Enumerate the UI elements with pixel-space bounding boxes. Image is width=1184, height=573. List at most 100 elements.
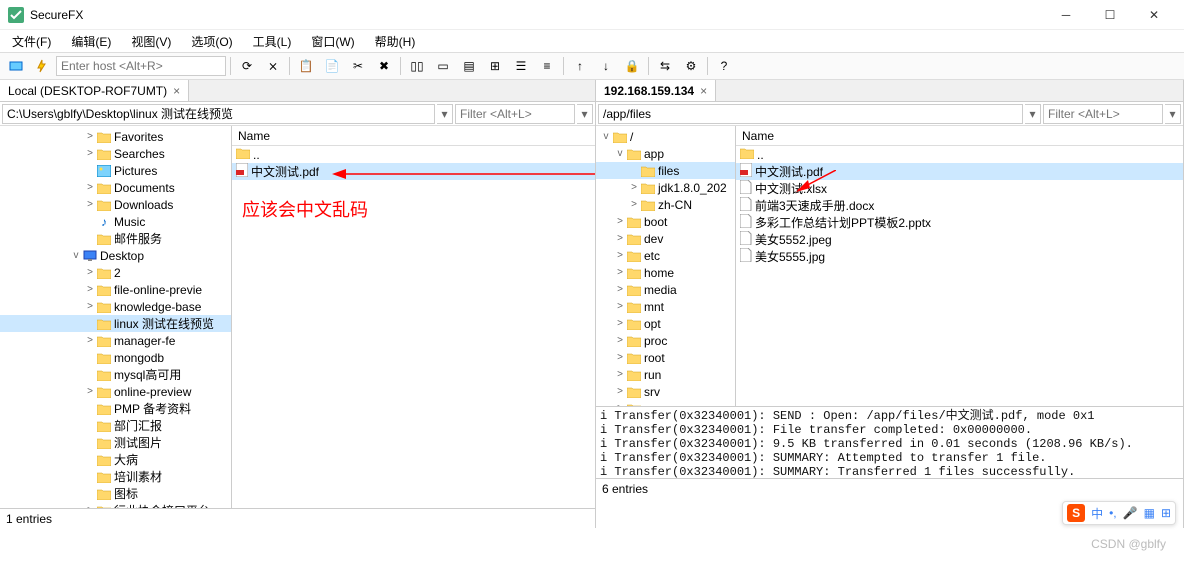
ime-s-icon[interactable]: S	[1067, 504, 1085, 522]
expand-icon[interactable]: >	[614, 284, 626, 295]
tree-node[interactable]: >zh-CN	[596, 196, 735, 213]
close-button[interactable]: ✕	[1132, 0, 1176, 30]
local-files[interactable]: .. 中文测试.pdf应该会中文乱码	[232, 146, 595, 508]
tree-node[interactable]: linux 测试在线预览	[0, 315, 231, 332]
tree-node[interactable]: >knowledge-base	[0, 298, 231, 315]
chevron-down-icon[interactable]: ▾	[1025, 104, 1041, 124]
transfer-log[interactable]: i Transfer(0x32340001): SEND : Open: /ap…	[596, 406, 1183, 478]
menu-file[interactable]: 文件(F)	[6, 31, 57, 52]
file-row[interactable]: 中文测试.pdf	[232, 163, 595, 180]
tree-node[interactable]: Pictures	[0, 162, 231, 179]
expand-icon[interactable]: >	[614, 318, 626, 329]
sync-icon[interactable]: ⇆	[653, 54, 677, 78]
expand-icon[interactable]: >	[614, 250, 626, 261]
remote-path-input[interactable]	[598, 104, 1023, 124]
remote-tab[interactable]: 192.168.159.134 ×	[596, 80, 716, 101]
layout3-icon[interactable]: ▤	[457, 54, 481, 78]
expand-icon[interactable]: >	[614, 352, 626, 363]
tree-node[interactable]: >jdk1.8.0_202	[596, 179, 735, 196]
tree-node[interactable]: 图标	[0, 485, 231, 502]
file-row[interactable]: 美女5555.jpg	[736, 248, 1183, 265]
minimize-button[interactable]: ─	[1044, 0, 1088, 30]
cut-icon[interactable]: ✂	[346, 54, 370, 78]
local-tab[interactable]: Local (DESKTOP-ROF7UMT) ×	[0, 80, 189, 101]
file-row[interactable]: 多彩工作总结计划PPT模板2.pptx	[736, 214, 1183, 231]
expand-icon[interactable]: v	[600, 131, 612, 142]
detailview-icon[interactable]: ≡	[535, 54, 559, 78]
reconnect-icon[interactable]: ⟳	[235, 54, 259, 78]
close-icon[interactable]: ×	[173, 84, 180, 98]
chevron-down-icon[interactable]: ▾	[1165, 104, 1181, 124]
file-row[interactable]: ..	[232, 146, 595, 163]
tree-node[interactable]: >manager-fe	[0, 332, 231, 349]
chevron-down-icon[interactable]: ▾	[577, 104, 593, 124]
local-tree[interactable]: >Favorites>SearchesPictures>Documents>Do…	[0, 126, 232, 508]
expand-icon[interactable]: >	[84, 267, 96, 278]
tree-node[interactable]: vDesktop	[0, 247, 231, 264]
tree-node[interactable]: >etc	[596, 247, 735, 264]
expand-icon[interactable]: >	[614, 216, 626, 227]
file-row[interactable]: ..	[736, 146, 1183, 163]
tree-node[interactable]: >media	[596, 281, 735, 298]
tree-node[interactable]: files	[596, 162, 735, 179]
tree-node[interactable]: >root	[596, 349, 735, 366]
connect-icon[interactable]	[4, 54, 28, 78]
tree-node[interactable]: >Downloads	[0, 196, 231, 213]
file-row[interactable]: 中文测试.xlsx	[736, 180, 1183, 197]
remote-tree[interactable]: v/vappfiles>jdk1.8.0_202>zh-CN>boot>dev>…	[596, 126, 736, 406]
lock-icon[interactable]: 🔒	[620, 54, 644, 78]
name-column-header[interactable]: Name	[232, 126, 595, 146]
tree-node[interactable]: v/	[596, 128, 735, 145]
tree-node[interactable]: >proc	[596, 332, 735, 349]
expand-icon[interactable]: >	[614, 233, 626, 244]
paste-icon[interactable]: 📄	[320, 54, 344, 78]
menu-options[interactable]: 选项(O)	[185, 31, 238, 52]
name-column-header[interactable]: Name	[736, 126, 1183, 146]
expand-icon[interactable]: >	[84, 386, 96, 397]
file-row[interactable]: 美女5552.jpeg	[736, 231, 1183, 248]
disconnect-icon[interactable]: ⨯	[261, 54, 285, 78]
tree-node[interactable]: vapp	[596, 145, 735, 162]
tree-node[interactable]: >online-preview	[0, 383, 231, 400]
tree-node[interactable]: >opt	[596, 315, 735, 332]
tree-node[interactable]: PMP 备考资料	[0, 400, 231, 417]
tree-node[interactable]: >Favorites	[0, 128, 231, 145]
expand-icon[interactable]: >	[628, 199, 640, 210]
listview-icon[interactable]: ☰	[509, 54, 533, 78]
copy-icon[interactable]: 📋	[294, 54, 318, 78]
expand-icon[interactable]: >	[614, 335, 626, 346]
ime-toolbar[interactable]: S 中 •, 🎤 ▦ ⊞	[1062, 501, 1176, 525]
expand-icon[interactable]: >	[84, 182, 96, 193]
expand-icon[interactable]: >	[614, 369, 626, 380]
expand-icon[interactable]: >	[84, 199, 96, 210]
tree-node[interactable]: >dev	[596, 230, 735, 247]
expand-icon[interactable]: >	[84, 131, 96, 142]
help-icon[interactable]: ?	[712, 54, 736, 78]
expand-icon[interactable]: >	[84, 335, 96, 346]
tree-node[interactable]: >run	[596, 366, 735, 383]
tree-node[interactable]: >Searches	[0, 145, 231, 162]
menu-help[interactable]: 帮助(H)	[369, 31, 422, 52]
iconview-icon[interactable]: ⊞	[483, 54, 507, 78]
tree-node[interactable]: >2	[0, 264, 231, 281]
expand-icon[interactable]: >	[628, 182, 640, 193]
tree-node[interactable]: mongodb	[0, 349, 231, 366]
ime-mic-icon[interactable]: 🎤	[1123, 506, 1138, 520]
upload-icon[interactable]: ↑	[568, 54, 592, 78]
tree-node[interactable]: ♪Music	[0, 213, 231, 230]
tree-node[interactable]: 培训素材	[0, 468, 231, 485]
ime-zh[interactable]: 中	[1091, 505, 1103, 522]
close-icon[interactable]: ×	[700, 84, 707, 98]
menu-tools[interactable]: 工具(L)	[247, 31, 298, 52]
tree-node[interactable]: 邮件服务	[0, 230, 231, 247]
local-filter-input[interactable]	[455, 104, 575, 124]
ime-skin-icon[interactable]: ▦	[1144, 506, 1155, 520]
expand-icon[interactable]: >	[614, 267, 626, 278]
tree-node[interactable]: >home	[596, 264, 735, 281]
file-row[interactable]: 前端3天速成手册.docx	[736, 197, 1183, 214]
chevron-down-icon[interactable]: ▾	[437, 104, 453, 124]
host-input[interactable]	[56, 56, 226, 76]
file-row[interactable]: 中文测试.pdf	[736, 163, 1183, 180]
expand-icon[interactable]: >	[84, 301, 96, 312]
expand-icon[interactable]: v	[614, 148, 626, 159]
